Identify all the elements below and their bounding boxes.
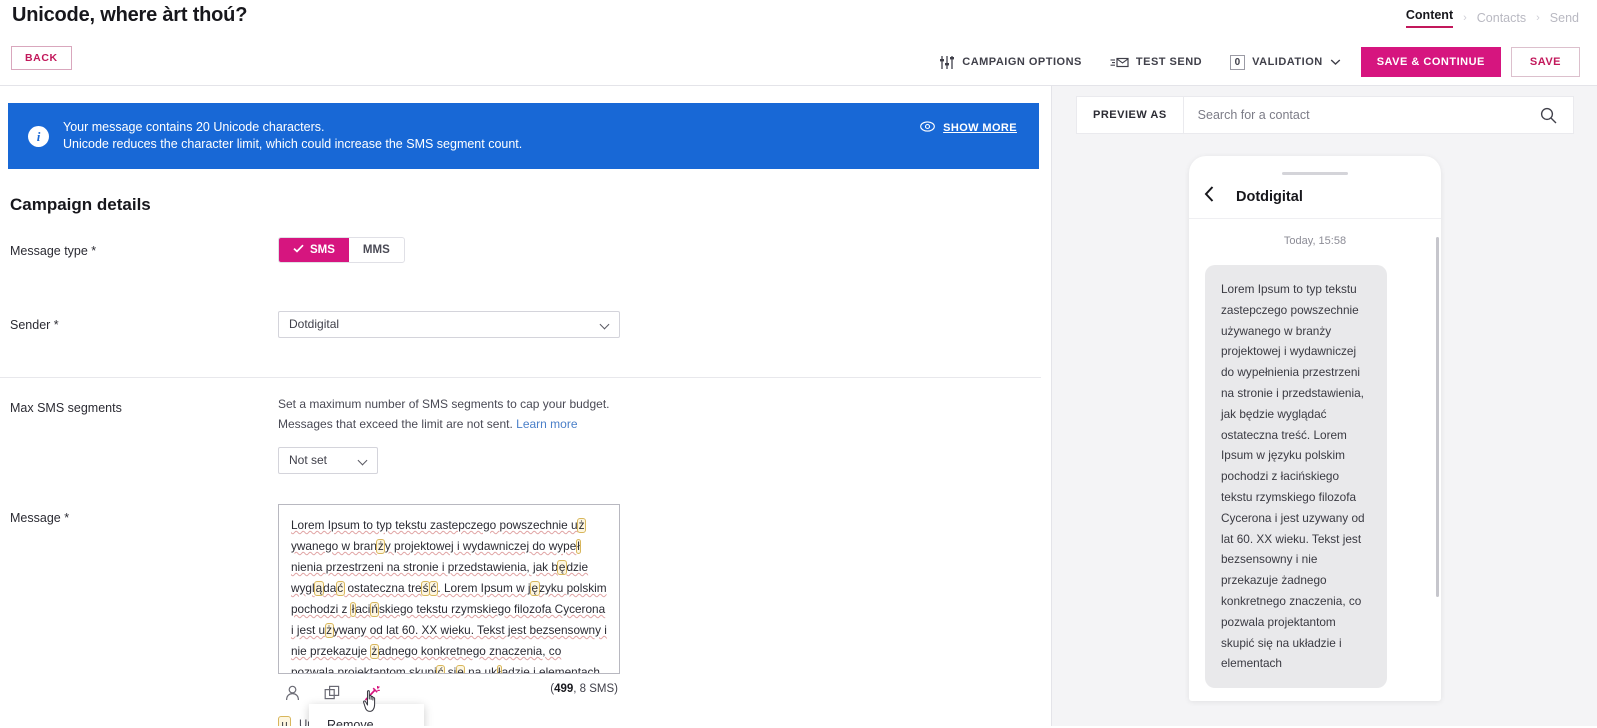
message-type-mms-label: MMS: [363, 244, 390, 256]
message-textarea[interactable]: Lorem Ipsum to typ tekstu zastepczego po…: [278, 504, 620, 674]
message-text: nienia przestrzeni na stronie i przedsta…: [291, 560, 558, 574]
top-bar: Unicode, where àrt thoú? Content › Conta…: [0, 0, 1597, 38]
message-text: ostateczna tre: [344, 581, 421, 595]
max-segments-select[interactable]: Not set: [278, 447, 378, 474]
eye-icon: [920, 121, 935, 135]
row-sender: Sender * Dotdigital: [0, 311, 1051, 359]
segment-count: , 8 SMS): [573, 683, 618, 695]
action-bar-right: CAMPAIGN OPTIONS TEST SEND 0 VALIDATION: [925, 45, 1580, 79]
character-count: 499: [554, 683, 573, 695]
message-toolbar: (499, 8 SMS) Remove unicode: [278, 678, 620, 708]
message-type-sms-label: SMS: [310, 244, 335, 256]
validation-button[interactable]: 0 VALIDATION: [1216, 45, 1355, 79]
row-message: Message * Lorem Ipsum to typ tekstu zast…: [0, 504, 1051, 726]
unicode-badge-icon: μ: [278, 716, 291, 726]
action-bar: BACK CAMPAIGN OPTIONS: [0, 38, 1597, 86]
check-icon: [293, 244, 304, 256]
message-bubble: Lorem Ipsum to typ tekstu zastepczego po…: [1205, 265, 1387, 688]
back-button[interactable]: BACK: [11, 46, 72, 70]
banner-text: Your message contains 20 Unicode charact…: [63, 119, 522, 153]
page-title: Unicode, where àrt thoú?: [12, 4, 247, 27]
step-separator-icon: ›: [1536, 12, 1540, 24]
chevron-down-icon: [1330, 58, 1341, 66]
sender-label: Sender *: [10, 311, 278, 332]
step-send[interactable]: Send: [1550, 11, 1579, 25]
message-type-label: Message type *: [10, 237, 278, 258]
phone-contact-name: Dotdigital: [1236, 189, 1303, 205]
step-breadcrumb: Content › Contacts › Send: [1406, 8, 1579, 28]
message-timestamp: Today, 15:58: [1205, 235, 1425, 247]
chevron-down-icon: [359, 457, 368, 466]
info-icon: i: [28, 126, 49, 147]
preview-as-bar: PREVIEW AS: [1076, 96, 1574, 134]
step-contacts[interactable]: Contacts: [1477, 11, 1526, 25]
search-icon[interactable]: [1524, 107, 1573, 124]
message-editor: Lorem Ipsum to typ tekstu zastepczego po…: [278, 504, 620, 726]
message-text: na uk: [465, 665, 497, 674]
message-text: y projektowej i wydawniczej do wype: [385, 539, 576, 553]
phone-header: Dotdigital: [1189, 175, 1441, 219]
personalisation-icon[interactable]: [282, 683, 302, 703]
envelope-icon: [1110, 56, 1129, 69]
max-segments-help: Set a maximum number of SMS segments to …: [278, 394, 628, 434]
contact-search-input[interactable]: [1184, 108, 1524, 122]
campaign-details-form: Message type * SMS: [0, 237, 1051, 726]
validation-count-badge: 0: [1230, 55, 1245, 70]
step-content[interactable]: Content: [1406, 8, 1453, 28]
test-send-button[interactable]: TEST SEND: [1096, 45, 1216, 79]
sliders-icon: [939, 55, 955, 70]
save-and-continue-button[interactable]: SAVE & CONTINUE: [1361, 47, 1501, 77]
unicode-info-banner: i Your message contains 20 Unicode chara…: [8, 103, 1039, 169]
banner-line-1: Your message contains 20 Unicode charact…: [63, 119, 522, 136]
show-more-button[interactable]: SHOW MORE: [920, 121, 1017, 135]
test-send-label: TEST SEND: [1136, 56, 1202, 68]
max-segments-label: Max SMS segments: [10, 394, 278, 415]
sender-select[interactable]: Dotdigital: [278, 311, 620, 338]
message-text: aci: [355, 602, 370, 616]
app-root: Unicode, where àrt thoú? Content › Conta…: [0, 0, 1597, 728]
main-split: i Your message contains 20 Unicode chara…: [0, 86, 1597, 726]
message-text: da: [323, 581, 336, 595]
preview-as-label: PREVIEW AS: [1077, 97, 1184, 133]
message-text: ywanego w bran: [291, 539, 377, 553]
divider: [0, 377, 1041, 378]
phone-conversation: Today, 15:58 Lorem Ipsum to typ tekstu z…: [1189, 219, 1441, 689]
banner-line-2: Unicode reduces the character limit, whi…: [63, 136, 522, 153]
copy-icon[interactable]: [322, 683, 342, 703]
message-text: si: [444, 665, 456, 674]
max-segments-value: Not set: [289, 453, 327, 467]
left-pane: i Your message contains 20 Unicode chara…: [0, 86, 1051, 726]
sender-value: Dotdigital: [289, 317, 339, 331]
message-type-sms-option[interactable]: SMS: [279, 238, 349, 262]
message-type-toggle: SMS MMS: [278, 237, 405, 263]
row-max-segments: Max SMS segments Set a maximum number of…: [0, 394, 1051, 474]
section-title: Campaign details: [10, 195, 1051, 215]
validation-label: VALIDATION: [1252, 56, 1323, 68]
message-label: Message *: [10, 504, 278, 525]
show-more-label: SHOW MORE: [943, 122, 1017, 134]
message-text: Lorem Ipsum to typ tekstu zastepczego po…: [291, 518, 578, 532]
unicode-char: ż: [577, 518, 586, 533]
phone-preview: Dotdigital Today, 15:58 Lorem Ipsum to t…: [1189, 156, 1441, 701]
campaign-options-label: CAMPAIGN OPTIONS: [962, 56, 1082, 68]
unicode-char: ł: [576, 539, 582, 554]
chevron-down-icon: [601, 321, 610, 330]
step-separator-icon: ›: [1463, 12, 1467, 24]
save-button[interactable]: SAVE: [1511, 47, 1580, 77]
message-text: . Lorem Ipsum w j: [437, 581, 530, 595]
row-message-type: Message type * SMS: [0, 237, 1051, 285]
message-type-mms-option[interactable]: MMS: [349, 238, 404, 262]
campaign-options-button[interactable]: CAMPAIGN OPTIONS: [925, 45, 1096, 79]
phone-scrollbar[interactable]: [1436, 237, 1439, 597]
magic-wand-icon[interactable]: [362, 683, 382, 703]
learn-more-link[interactable]: Learn more: [516, 417, 577, 431]
remove-unicode-tooltip: Remove unicode: [309, 704, 424, 726]
chevron-left-icon[interactable]: [1203, 185, 1216, 208]
character-counter: (499, 8 SMS): [550, 683, 618, 695]
right-pane: PREVIEW AS Dotdigit: [1051, 86, 1597, 726]
